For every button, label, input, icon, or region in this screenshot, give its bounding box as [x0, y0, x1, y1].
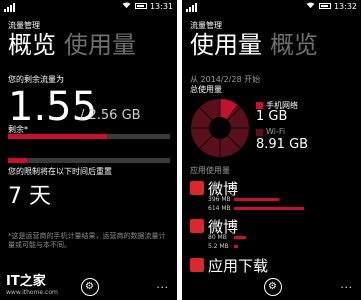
- more-button[interactable]: ...: [156, 280, 169, 291]
- signal-icon: [4, 3, 15, 12]
- app-usage-bar2: [234, 245, 238, 248]
- app-usage-bar1: [234, 198, 279, 201]
- app-bar: IT之家 www.ithome.com ⚙ ...: [0, 274, 177, 300]
- battery-icon: [135, 2, 147, 9]
- usage-donut: [191, 99, 249, 157]
- app-usage-line2: 5.2 MB: [208, 243, 229, 250]
- mobile-legend-swatch: [256, 102, 263, 109]
- app-usage-label: 应用使用量: [190, 166, 230, 175]
- remaining-bar: [8, 134, 170, 139]
- app-usage-bar2: [234, 207, 304, 210]
- status-time: 13:32: [333, 2, 357, 11]
- weibo-app-icon: [190, 219, 204, 233]
- reset-bar: [8, 158, 170, 163]
- pivot-tab-usage[interactable]: 使用量: [190, 30, 262, 60]
- watermark: IT之家 www.ithome.com: [6, 270, 58, 296]
- footnote: *这是运营商的手机计量结果，运营商的数据流量计量或可能与本不同。: [8, 232, 166, 249]
- remaining-total: / 2.56 GB: [80, 108, 141, 123]
- watermark-logo: IT之家: [6, 274, 46, 289]
- usage-screen: 13:32 流量管理 使用量 概览 从 2014/2/28 开始 总使用量 手机…: [182, 0, 361, 300]
- wifi-icon: [306, 2, 315, 9]
- battery-icon: [319, 2, 331, 9]
- gear-icon[interactable]: ⚙: [263, 278, 282, 296]
- mobile-value: 1 GB: [256, 109, 288, 124]
- remaining-caption: 剩余*: [8, 125, 28, 134]
- signal-icon: [186, 3, 197, 12]
- pivot-tab-usage[interactable]: 使用量: [64, 30, 136, 60]
- status-time: 13:31: [149, 2, 173, 11]
- app-download-icon: [190, 258, 204, 272]
- app-name: 应用下载: [208, 257, 269, 275]
- overview-screen: 13:31 流量管理 概览 使用量 您的剩余流量为 1.55 / 2.56 GB…: [0, 0, 177, 300]
- app-usage-line2: 614 MB: [208, 205, 231, 212]
- pivot-tab-overview[interactable]: 概览: [8, 30, 56, 60]
- wifi-value: 8.91 GB: [256, 137, 309, 152]
- app-usage-line1: 396 MB: [208, 196, 231, 203]
- more-button[interactable]: ...: [340, 280, 353, 291]
- status-bar: 13:31: [0, 0, 177, 14]
- reset-label: 您的限制将在以下时间后重置: [8, 167, 112, 176]
- app-usage-line1: 80 MB: [208, 234, 227, 241]
- pivot-header: 概览 使用量: [8, 30, 136, 60]
- reset-bar-fill: [8, 158, 28, 163]
- watermark-url: www.ithome.com: [6, 289, 58, 296]
- total-label: 总使用量: [190, 85, 222, 94]
- app-bar: ⚙ ...: [182, 276, 361, 300]
- gear-icon[interactable]: ⚙: [80, 278, 99, 296]
- status-bar: 13:32: [182, 0, 361, 14]
- reset-days: 7 天: [8, 184, 51, 209]
- app-usage-bar1: [234, 236, 246, 239]
- wifi-icon: [122, 2, 131, 9]
- wifi-label: Wi-Fi: [266, 127, 286, 136]
- weibo-app-icon: [190, 181, 204, 195]
- wifi-legend-swatch: [256, 129, 263, 136]
- pivot-header: 使用量 概览: [190, 30, 318, 60]
- pivot-tab-overview[interactable]: 概览: [270, 30, 318, 60]
